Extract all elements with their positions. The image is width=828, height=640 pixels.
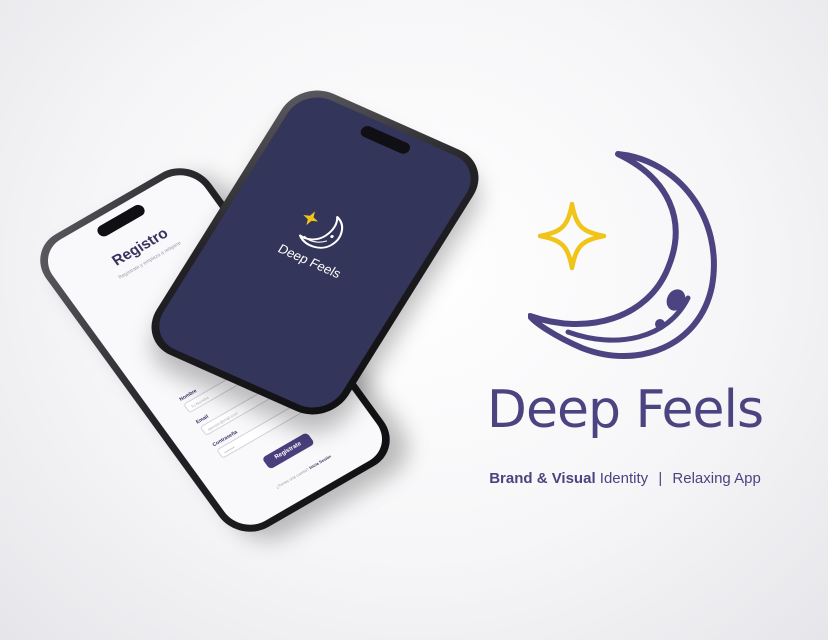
brand-tagline: Brand & Visual Identity | Relaxing App [470,470,780,487]
login-link[interactable]: Inicia Sesión [308,454,332,470]
tagline-bold: Brand & Visual [489,470,596,487]
moon-star-icon [528,151,717,359]
presentation-canvas: Registro Regístrate y empieza a relajart… [0,0,828,640]
brand-name: Deep Feels [486,380,764,440]
tagline-right: Relaxing App [672,470,761,487]
login-question: ¿Tienes una cuenta? [274,466,310,490]
register-button[interactable]: Regístrate [261,432,315,470]
tagline-rest: Identity [599,470,649,487]
tagline-separator: | [658,470,663,487]
